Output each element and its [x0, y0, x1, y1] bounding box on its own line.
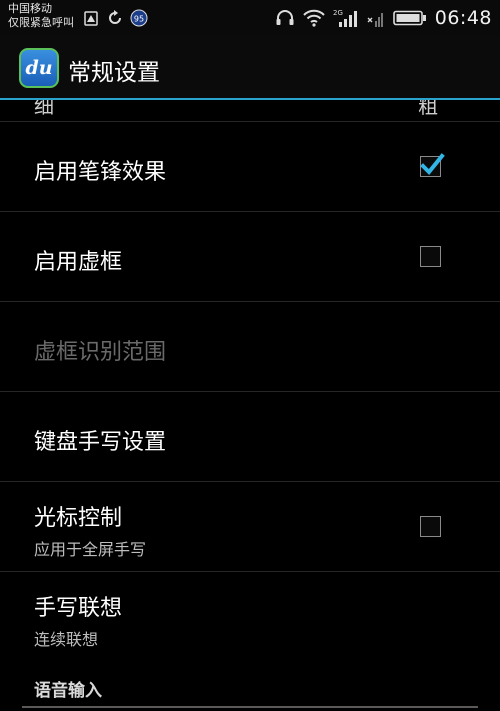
- list-item-label: 键盘手写设置: [34, 430, 167, 455]
- signal-2g-icon: 2G: [333, 9, 357, 27]
- sync-icon: [109, 10, 121, 24]
- stroke-width-row[interactable]: 细 粗: [0, 100, 500, 122]
- storage-warning-icon: [84, 11, 98, 26]
- carrier-name: 中国移动: [8, 2, 52, 15]
- list-item-cursor-control[interactable]: 光标控制 应用于全屏手写: [0, 482, 500, 572]
- status-bar: 中国移动 仅限紧急呼叫 95 2G 06:48: [0, 0, 500, 36]
- stroke-thin-label: 细: [34, 100, 54, 118]
- brush-effect-checkbox[interactable]: [420, 153, 445, 177]
- section-header-voice-input: 语音输入: [0, 672, 500, 711]
- list-item-keyboard-handwriting[interactable]: 键盘手写设置: [0, 392, 500, 482]
- checkmark-icon: [420, 153, 445, 175]
- system-icons: 2G 06:48: [275, 7, 492, 29]
- notification-icons: 95: [82, 9, 148, 27]
- action-bar: du 常规设置: [0, 36, 500, 100]
- section-divider: [22, 706, 478, 708]
- network-type-label: 2G: [333, 9, 343, 17]
- list-item-handwriting-prediction[interactable]: 手写联想 连续联想: [0, 572, 500, 662]
- list-item-summary: 连续联想: [34, 630, 99, 649]
- list-item-label: 光标控制: [34, 506, 123, 531]
- section-header-title: 语音输入: [34, 681, 102, 701]
- notification-badge-icon: 95: [130, 9, 148, 27]
- settings-list[interactable]: 细 粗 启用笔锋效果 启用虚框 虚框识别范围 键盘手写设置 光标控制 应用于全屏…: [0, 100, 500, 711]
- app-logo-icon[interactable]: du: [19, 48, 59, 88]
- battery-icon: [392, 10, 426, 26]
- page-title: 常规设置: [68, 60, 160, 86]
- dashed-frame-checkbox[interactable]: [420, 246, 441, 267]
- list-item-frame-range: 虚框识别范围: [0, 302, 500, 392]
- list-item-summary: 应用于全屏手写: [34, 540, 147, 559]
- headphones-icon: [276, 10, 294, 25]
- list-item-dashed-frame[interactable]: 启用虚框: [0, 212, 500, 302]
- badge-number: 95: [134, 15, 144, 24]
- wifi-icon: [303, 9, 325, 27]
- cursor-control-checkbox[interactable]: [420, 516, 441, 537]
- list-item-label: 手写联想: [34, 596, 123, 621]
- carrier-info: 中国移动 仅限紧急呼叫: [8, 2, 74, 30]
- list-item-label: 虚框识别范围: [34, 340, 167, 365]
- no-signal-icon: [367, 13, 383, 27]
- stroke-thick-label: 粗: [418, 100, 438, 118]
- list-item-label: 启用虚框: [34, 250, 123, 275]
- clock: 06:48: [434, 7, 492, 29]
- emergency-only-text: 仅限紧急呼叫: [8, 16, 74, 29]
- app-logo-text: du: [25, 57, 53, 79]
- list-item-brush-effect[interactable]: 启用笔锋效果: [0, 122, 500, 212]
- list-item-label: 启用笔锋效果: [34, 160, 167, 185]
